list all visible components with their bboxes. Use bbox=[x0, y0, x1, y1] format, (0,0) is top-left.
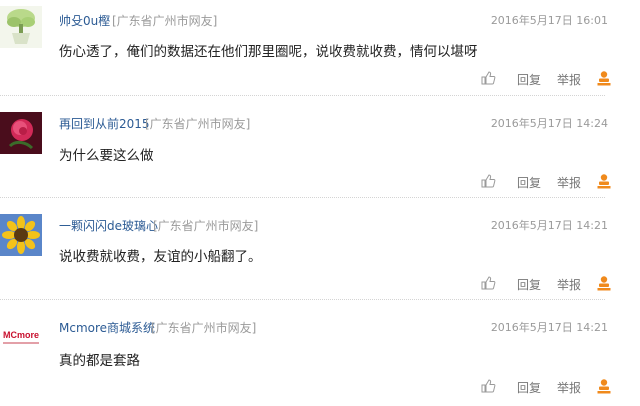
reply-button[interactable]: 回复 bbox=[517, 71, 541, 88]
thumbs-up-icon[interactable] bbox=[480, 173, 496, 189]
report-button[interactable]: 举报 bbox=[557, 174, 581, 191]
user-icon[interactable] bbox=[596, 378, 612, 394]
user-location: [广东省广州市网友] bbox=[151, 321, 257, 335]
divider bbox=[0, 299, 605, 300]
avatar[interactable] bbox=[0, 112, 42, 154]
user-icon[interactable] bbox=[596, 70, 612, 86]
comment-item: 帅殳0u樫 [广东省广州市网友] 2016年5月17日 16:01 伤心透了，俺… bbox=[0, 0, 640, 96]
comment-text: 说收费就收费，友谊的小船翻了。 bbox=[59, 249, 262, 265]
sunflower-avatar-icon bbox=[0, 214, 42, 256]
comment-time: 2016年5月17日 14:21 bbox=[490, 219, 608, 232]
comment-text: 伤心透了，俺们的数据还在他们那里圈呢，说收费就收费，情何以堪呀 bbox=[59, 44, 478, 60]
comment-actions: 回复 举报 bbox=[480, 378, 620, 398]
report-button[interactable]: 举报 bbox=[557, 276, 581, 293]
report-button[interactable]: 举报 bbox=[557, 71, 581, 88]
thumbs-up-icon[interactable] bbox=[480, 275, 496, 291]
comment-actions: 回复 举报 bbox=[480, 70, 620, 90]
divider bbox=[0, 95, 605, 96]
comment-item: MCmore Mcmore商城系统 [广东省广州市网友] 2016年5月17日 … bbox=[0, 306, 640, 406]
divider bbox=[0, 197, 605, 198]
reply-button[interactable]: 回复 bbox=[517, 276, 541, 293]
user-icon[interactable] bbox=[596, 275, 612, 291]
username[interactable]: 再回到从前2015 bbox=[59, 115, 150, 132]
mcmore-logo-avatar-icon: MCmore bbox=[0, 316, 42, 358]
avatar[interactable] bbox=[0, 214, 42, 256]
comment-time: 2016年5月17日 14:21 bbox=[490, 321, 608, 334]
comment-item: 一颗闪闪de玻璃心 [广东省广州市网友] 2016年5月17日 14:21 说收… bbox=[0, 204, 640, 300]
plant-pot-avatar-icon bbox=[0, 6, 42, 48]
reply-button[interactable]: 回复 bbox=[517, 174, 541, 191]
username[interactable]: 帅殳0u樫 bbox=[59, 12, 110, 29]
user-icon[interactable] bbox=[596, 173, 612, 189]
user-location: [广东省广州市网友] bbox=[153, 219, 259, 233]
comment-actions: 回复 举报 bbox=[480, 275, 620, 295]
thumbs-up-icon[interactable] bbox=[480, 378, 496, 394]
comment-text: 真的都是套路 bbox=[59, 353, 140, 369]
username[interactable]: 一颗闪闪de玻璃心 bbox=[59, 217, 158, 234]
rose-avatar-icon bbox=[0, 112, 42, 154]
avatar[interactable] bbox=[0, 6, 42, 48]
comment-text: 为什么要这么做 bbox=[59, 148, 154, 164]
report-button[interactable]: 举报 bbox=[557, 379, 581, 396]
comment-time: 2016年5月17日 16:01 bbox=[490, 14, 608, 27]
thumbs-up-icon[interactable] bbox=[480, 70, 496, 86]
user-location: [广东省广州市网友] bbox=[112, 14, 218, 28]
comment-time: 2016年5月17日 14:24 bbox=[490, 117, 608, 130]
username[interactable]: Mcmore商城系统 bbox=[59, 319, 155, 336]
comment-item: 再回到从前2015 [广东省广州市网友] 2016年5月17日 14:24 为什… bbox=[0, 102, 640, 198]
avatar[interactable]: MCmore bbox=[0, 316, 42, 358]
comment-actions: 回复 举报 bbox=[480, 173, 620, 193]
user-location: [广东省广州市网友] bbox=[145, 117, 251, 131]
mcmore-logo-text: MCmore bbox=[3, 330, 39, 340]
reply-button[interactable]: 回复 bbox=[517, 379, 541, 396]
